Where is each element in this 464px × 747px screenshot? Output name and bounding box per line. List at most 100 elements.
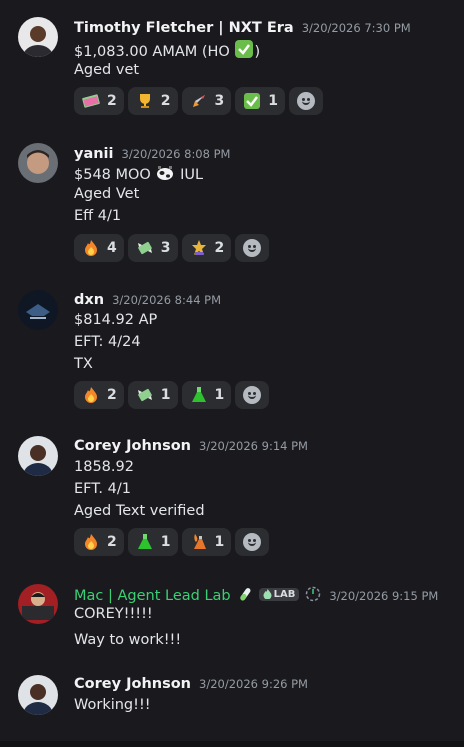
reaction[interactable]: 1: [235, 87, 285, 115]
avatar-photo: [18, 290, 58, 330]
message-line: EFT: 4/24: [74, 334, 141, 350]
smiley-icon: [243, 533, 262, 551]
rocket-icon: [189, 91, 209, 111]
timestamp: 3/20/2026 8:44 PM: [112, 293, 222, 307]
avatar-photo: [18, 436, 58, 476]
message-line: EFT. 4/1: [74, 481, 131, 497]
message-line: 1858.92: [74, 459, 134, 475]
money-with-wings-icon: [135, 238, 155, 258]
message-line: Way to work!!!: [74, 632, 182, 648]
bottom-edge: [0, 741, 464, 747]
reaction[interactable]: 4: [74, 234, 124, 262]
avatar[interactable]: [18, 143, 58, 183]
check-mark-icon: [242, 91, 262, 111]
reaction-count: 3: [160, 240, 171, 256]
reaction[interactable]: 1: [127, 381, 178, 409]
avatar-photo: [18, 143, 58, 183]
username[interactable]: Mac | Agent Lead Lab: [74, 588, 231, 604]
avatar[interactable]: [18, 290, 58, 330]
reaction-count: 2: [107, 387, 117, 403]
message-line: $548 MOO IUL: [74, 164, 203, 186]
reactions: 2 1 1: [74, 381, 270, 409]
add-reaction-button[interactable]: [235, 528, 270, 556]
reaction[interactable]: 3: [181, 87, 232, 115]
server-tag-label: LAB: [273, 588, 296, 600]
message-line: Aged vet: [74, 62, 140, 78]
reaction[interactable]: 2: [74, 87, 124, 115]
message-line: Eff 4/1: [74, 208, 122, 224]
message-text: IUL: [180, 167, 204, 183]
reaction[interactable]: 2: [74, 381, 124, 409]
message-line: $814.92 AP: [74, 312, 158, 328]
message-line: TX: [74, 356, 93, 372]
trophy-icon: [135, 91, 155, 111]
reactions: 2 2 3 1: [74, 87, 323, 115]
reaction-count: 3: [214, 93, 225, 109]
avatar-photo: [18, 17, 58, 57]
cow-icon: [155, 164, 175, 186]
message-line: $1,083.00 AMAM (HO ): [74, 39, 260, 63]
smiley-icon: [243, 239, 262, 257]
smiley-icon: [297, 92, 315, 110]
username[interactable]: Corey Johnson: [74, 676, 191, 692]
reaction-count: 1: [160, 387, 171, 403]
avatar-photo: [18, 675, 58, 715]
reaction-count: 1: [160, 534, 171, 550]
reaction-count: 2: [107, 93, 117, 109]
avatar[interactable]: [18, 584, 58, 624]
reaction-count: 4: [107, 240, 117, 256]
timestamp: 3/20/2026 9:26 PM: [199, 677, 308, 691]
reaction-count: 2: [160, 93, 171, 109]
avatar[interactable]: [18, 675, 58, 715]
cash-icon: [81, 91, 101, 111]
reactions: 4 3 2: [74, 234, 270, 262]
username[interactable]: yanii: [74, 146, 114, 162]
test-tube-icon: [237, 586, 253, 606]
message-text: $548 MOO: [74, 167, 151, 183]
green-flask-icon: [189, 385, 209, 405]
message-line: Working!!!: [74, 697, 151, 713]
username[interactable]: Timothy Fletcher | NXT Era: [74, 20, 294, 36]
avatar[interactable]: [18, 17, 58, 57]
timestamp: 3/20/2026 7:30 PM: [301, 21, 411, 35]
add-reaction-button[interactable]: [289, 87, 323, 115]
username[interactable]: dxn: [74, 292, 104, 308]
reaction-count: 1: [214, 534, 225, 550]
avatar[interactable]: [18, 436, 58, 476]
reaction[interactable]: 2: [127, 87, 178, 115]
message-line: Aged Vet: [74, 186, 140, 202]
timestamp: 3/20/2026 9:14 PM: [199, 439, 308, 453]
smiley-icon: [243, 386, 262, 404]
fire-flask-icon: [189, 532, 209, 552]
add-reaction-button[interactable]: [235, 381, 270, 409]
reaction[interactable]: 1: [181, 381, 232, 409]
fire-icon: [81, 385, 101, 405]
reaction-count: 2: [107, 534, 117, 550]
reaction[interactable]: 1: [181, 528, 232, 556]
green-flask-icon: [135, 532, 155, 552]
fire-icon: [81, 532, 101, 552]
message-text: $1,083.00 AMAM (HO: [74, 44, 230, 60]
avatar-photo: [18, 584, 58, 624]
reaction-count: 2: [214, 240, 225, 256]
add-reaction-button[interactable]: [235, 234, 270, 262]
server-tag-badge[interactable]: LAB: [258, 587, 300, 601]
timestamp: 3/20/2026 8:08 PM: [121, 147, 231, 161]
reaction[interactable]: 1: [127, 528, 178, 556]
speed-badge-icon: [305, 586, 321, 606]
star-badge-icon: [189, 238, 209, 258]
money-with-wings-icon: [135, 385, 155, 405]
reactions: 2 1 1: [74, 528, 270, 556]
reaction-count: 1: [268, 93, 278, 109]
fire-icon: [81, 238, 101, 258]
reaction[interactable]: 2: [74, 528, 124, 556]
username[interactable]: Corey Johnson: [74, 438, 191, 454]
message-line: Aged Text verified: [74, 503, 205, 519]
reaction[interactable]: 3: [127, 234, 178, 262]
reaction[interactable]: 2: [181, 234, 232, 262]
message-line: COREY!!!!!: [74, 606, 153, 622]
timestamp: 3/20/2026 9:15 PM: [329, 589, 439, 603]
message-text: ): [254, 44, 261, 60]
reaction-count: 1: [214, 387, 225, 403]
check-mark-icon: [234, 39, 254, 63]
